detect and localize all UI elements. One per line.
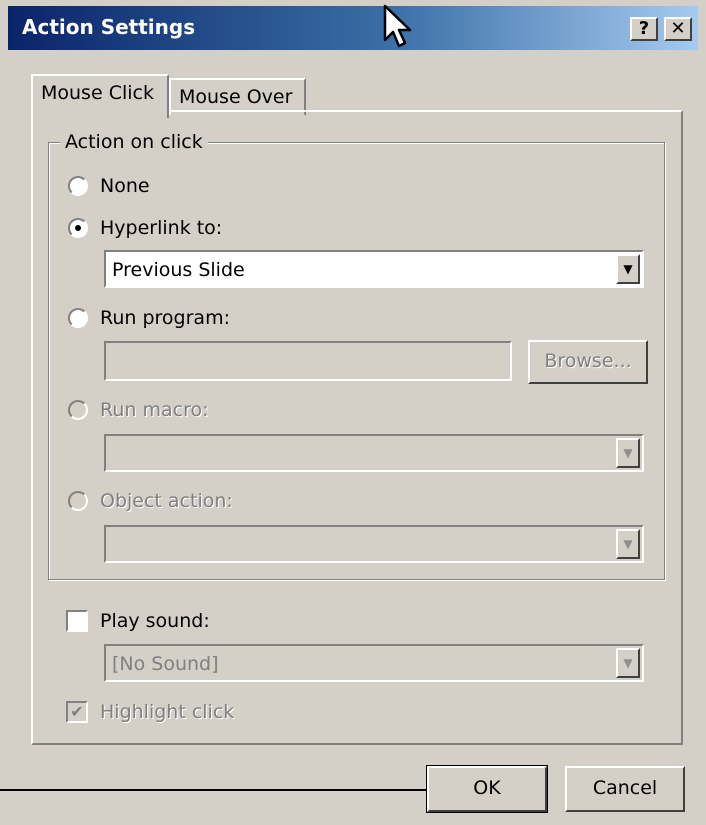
close-button[interactable]: ✕ — [664, 17, 692, 41]
radio-object-action[interactable] — [68, 491, 88, 511]
chevron-down-icon[interactable]: ▼ — [616, 438, 640, 468]
run-program-input[interactable] — [104, 341, 512, 381]
action-group-legend: Action on click — [60, 131, 208, 153]
run-macro-select[interactable]: ▼ — [104, 434, 644, 472]
highlight-click-label: Highlight click — [100, 701, 235, 723]
sound-select-value: [No Sound] — [112, 653, 219, 675]
browse-button[interactable]: Browse... — [528, 340, 648, 384]
hyperlink-select-value: Previous Slide — [112, 259, 245, 281]
window-title: Action Settings — [22, 15, 196, 39]
radio-hyperlink[interactable] — [68, 218, 88, 238]
radio-run-macro-label: Run macro: — [100, 399, 209, 421]
tab-label: Mouse Click — [41, 82, 154, 104]
annotation-line — [0, 789, 440, 791]
ok-button[interactable]: OK — [426, 765, 548, 813]
chevron-down-icon[interactable]: ▼ — [616, 648, 640, 678]
radio-run-program-label[interactable]: Run program: — [100, 307, 230, 329]
play-sound-checkbox[interactable] — [66, 610, 88, 632]
browse-button-label: Browse... — [544, 350, 632, 372]
highlight-click-checkbox[interactable]: ✔ — [66, 701, 88, 723]
radio-none[interactable] — [68, 176, 88, 196]
chevron-down-icon[interactable]: ▼ — [616, 254, 640, 284]
check-icon: ✔ — [70, 702, 84, 721]
cancel-button-label: Cancel — [592, 777, 658, 799]
radio-run-program[interactable] — [68, 308, 88, 328]
radio-none-label[interactable]: None — [100, 175, 150, 197]
help-button[interactable]: ? — [630, 17, 658, 41]
sound-select[interactable]: [No Sound] ▼ — [104, 644, 644, 682]
cancel-button[interactable]: Cancel — [565, 766, 685, 812]
tab-label: Mouse Over — [179, 86, 293, 108]
title-bar[interactable]: Action Settings ? ✕ — [8, 6, 698, 50]
play-sound-label[interactable]: Play sound: — [100, 610, 210, 632]
tab-mouse-click[interactable]: Mouse Click — [31, 74, 169, 118]
radio-selected-dot — [75, 225, 81, 231]
action-settings-dialog: Action Settings ? ✕ Mouse Click Mouse Ov… — [0, 0, 706, 825]
radio-run-macro[interactable] — [68, 400, 88, 420]
mouse-pointer-icon — [383, 4, 412, 48]
chevron-down-icon[interactable]: ▼ — [616, 529, 640, 559]
ok-button-label: OK — [473, 777, 501, 799]
radio-hyperlink-label[interactable]: Hyperlink to: — [100, 217, 222, 239]
hyperlink-select[interactable]: Previous Slide ▼ — [104, 250, 644, 288]
object-action-select[interactable]: ▼ — [104, 525, 644, 563]
radio-object-action-label: Object action: — [100, 490, 233, 512]
